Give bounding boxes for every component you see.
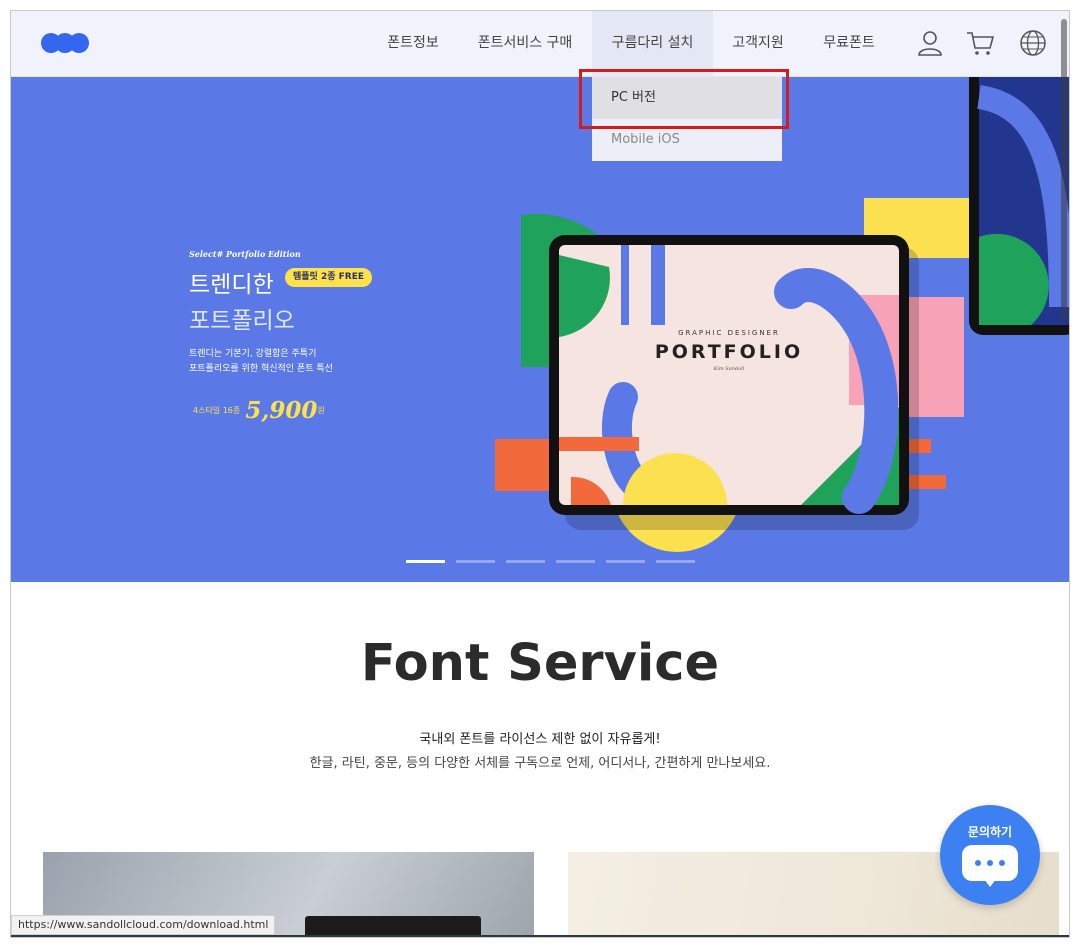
three-dot-logo[interactable] bbox=[41, 33, 89, 53]
slide-indicator-1[interactable] bbox=[406, 560, 445, 563]
browser-viewport: 폰트정보 폰트서비스 구매 구름다리 설치 고객지원 무료폰트 Select# … bbox=[10, 10, 1070, 938]
nav-cloud-bridge-install[interactable]: 구름다리 설치 bbox=[592, 11, 713, 77]
user-icon[interactable] bbox=[914, 27, 946, 59]
install-dropdown-menu: PC 버전 Mobile iOS bbox=[592, 77, 782, 161]
hero-description: 트렌디는 기본기, 강렬함은 주특기 포트폴리오를 위한 혁신적인 폰트 특선 bbox=[189, 347, 333, 377]
scrollbar-thumb[interactable] bbox=[1061, 19, 1067, 319]
section-subtitle-1: 국내외 폰트를 라이선스 제한 없이 자유롭게! bbox=[419, 732, 661, 747]
tablet-screen-text: GRAPHIC DESIGNER PORTFOLIO Kim Sandoll bbox=[559, 329, 899, 372]
chat-bubble-tail bbox=[984, 879, 996, 887]
slide-indicator-5[interactable] bbox=[606, 560, 645, 563]
hero-banner[interactable]: Select# Portfolio Edition 트렌디한 포트폴리오 트렌디… bbox=[11, 77, 1069, 582]
slide-pager bbox=[406, 560, 695, 563]
template-free-badge: 템플릿 2종 FREE bbox=[285, 268, 373, 287]
dropdown-item-pc-version[interactable]: PC 버전 bbox=[592, 77, 782, 119]
slide-indicator-2[interactable] bbox=[456, 560, 495, 563]
hero-description-line2: 포트폴리오를 위한 혁신적인 폰트 특선 bbox=[189, 364, 333, 374]
nav-free-fonts[interactable]: 무료폰트 bbox=[814, 11, 884, 77]
taskbar-edge bbox=[11, 935, 1069, 937]
price-label: 4스타일 16종 bbox=[193, 406, 241, 415]
globe-icon[interactable] bbox=[1017, 27, 1049, 59]
chat-label: 문의하기 bbox=[967, 825, 1013, 839]
nav-font-service-purchase[interactable]: 폰트서비스 구매 bbox=[467, 11, 583, 77]
nav-customer-support[interactable]: 고객지원 bbox=[723, 11, 793, 77]
chat-bubble-icon bbox=[962, 845, 1018, 881]
tablet-caption: GRAPHIC DESIGNER bbox=[678, 329, 780, 337]
hero-price: 4스타일 16종 5,900원 bbox=[193, 397, 325, 424]
nav-font-info[interactable]: 폰트정보 bbox=[373, 11, 453, 77]
inquiry-chat-button[interactable]: 문의하기 bbox=[940, 805, 1040, 905]
site-header: 폰트정보 폰트서비스 구매 구름다리 설치 고객지원 무료폰트 bbox=[11, 11, 1069, 77]
hero-description-line1: 트렌디는 기본기, 강렬함은 주특기 bbox=[189, 349, 317, 359]
cart-icon[interactable] bbox=[964, 27, 996, 59]
dropdown-item-mobile-ios[interactable]: Mobile iOS bbox=[592, 119, 782, 161]
hero-illustration bbox=[495, 77, 1069, 552]
section-title: Font Service bbox=[360, 634, 720, 693]
tablet-signature: Kim Sandoll bbox=[713, 366, 745, 372]
price-unit: 원 bbox=[317, 406, 325, 415]
slide-indicator-6[interactable] bbox=[656, 560, 695, 563]
price-value: 5,900 bbox=[245, 397, 318, 424]
tablet-title: PORTFOLIO bbox=[654, 341, 804, 363]
slide-indicator-4[interactable] bbox=[556, 560, 595, 563]
vertical-scrollbar[interactable] bbox=[1057, 11, 1069, 937]
hero-title-line2: 포트폴리오 bbox=[189, 308, 295, 334]
hero-eyebrow: Select# Portfolio Edition bbox=[189, 249, 301, 259]
slide-indicator-3[interactable] bbox=[506, 560, 545, 563]
status-bar-url: https://www.sandollcloud.com/download.ht… bbox=[11, 915, 276, 935]
section-subtitle-2: 한글, 라틴, 중문, 등의 다양한 서체를 구독으로 언제, 어디서나, 간편… bbox=[309, 756, 771, 771]
hero-copy: Select# Portfolio Edition 트렌디한 포트폴리오 트렌디… bbox=[189, 249, 373, 424]
